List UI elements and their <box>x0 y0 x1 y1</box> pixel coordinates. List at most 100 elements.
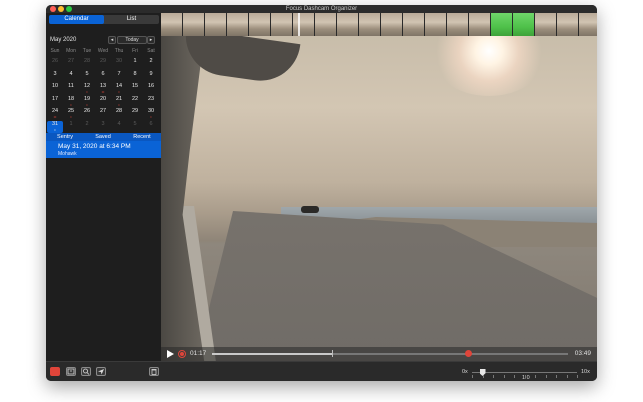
calendar-day-number: 28 <box>83 58 91 64</box>
thumbnail-active[interactable] <box>513 13 535 36</box>
thumbnail[interactable] <box>271 13 293 36</box>
thumbnail[interactable] <box>227 13 249 36</box>
play-icon[interactable] <box>167 350 174 358</box>
thumbnail[interactable] <box>535 13 557 36</box>
video-view[interactable] <box>161 36 597 361</box>
calendar-day-number: 29 <box>99 58 107 64</box>
calendar-day[interactable]: 2 <box>143 58 159 70</box>
calendar-day[interactable]: 1 <box>63 121 79 133</box>
calendar-day[interactable]: 28 <box>79 58 95 70</box>
calendar-day[interactable]: 20 <box>95 96 111 108</box>
calendar-day[interactable]: 29 <box>127 108 143 120</box>
calendar-day[interactable]: 30 • <box>143 108 159 120</box>
today-button[interactable]: Today <box>117 36 147 44</box>
calendar-day[interactable]: 5 <box>127 121 143 133</box>
calendar-day[interactable]: 26 <box>79 108 95 120</box>
thumbnail[interactable] <box>205 13 227 36</box>
speed-tick <box>493 375 494 378</box>
thumbnail[interactable] <box>249 13 271 36</box>
thumbnail[interactable] <box>315 13 337 36</box>
filter-saved[interactable]: Saved <box>84 133 122 141</box>
calendar-day[interactable]: 23 <box>143 96 159 108</box>
thumbnail[interactable] <box>557 13 579 36</box>
previous-month-button[interactable]: ◂ <box>108 36 116 44</box>
speed-tick <box>482 375 484 378</box>
weekday-header: Thu <box>114 48 124 54</box>
calendar-day-number: 6 <box>101 70 105 77</box>
filter-sentry[interactable]: Sentry <box>46 133 84 141</box>
calendar-day[interactable]: 8 <box>127 71 143 83</box>
event-list-item[interactable]: May 31, 2020 at 6:34 PM Mohawk <box>46 141 161 158</box>
calendar-day-number: 10 <box>51 83 59 89</box>
thumbnail[interactable] <box>381 13 403 36</box>
calendar-day[interactable]: 6 <box>143 121 159 133</box>
trash-icon[interactable] <box>149 367 159 376</box>
thumbnail[interactable] <box>579 13 597 36</box>
calendar-day[interactable]: 6 <box>95 71 111 83</box>
calendar-day[interactable]: 17 <box>47 96 63 108</box>
calendar-day[interactable]: 7 <box>111 71 127 83</box>
calendar-day[interactable]: 4 <box>63 71 79 83</box>
search-icon[interactable] <box>81 367 91 376</box>
thumbnail[interactable] <box>469 13 491 36</box>
calendar-tab[interactable]: Calendar <box>49 15 104 24</box>
calendar-day[interactable]: 13 •• <box>95 83 111 95</box>
calendar-day[interactable]: 22 <box>127 96 143 108</box>
clip-indicator-dots: • <box>86 89 88 94</box>
next-month-button[interactable]: ▸ <box>147 36 155 44</box>
thumbnail[interactable] <box>161 13 183 36</box>
clip-indicator-dots: • <box>150 114 152 119</box>
calendar-day[interactable]: 27 <box>95 108 111 120</box>
calendar-day-number: 26 <box>83 108 91 114</box>
calendar-day[interactable]: 27 <box>63 58 79 70</box>
calendar-day[interactable]: 2 <box>79 121 95 133</box>
thumbnail[interactable] <box>447 13 469 36</box>
location-arrow-icon[interactable] <box>96 367 106 376</box>
calendar-day[interactable]: 29 <box>95 58 111 70</box>
calendar-day[interactable]: 18 • <box>63 96 79 108</box>
calendar-day[interactable]: 4 <box>111 121 127 133</box>
event-time: May 31, 2020 at 6:34 PM <box>58 143 131 150</box>
list-tab[interactable]: List <box>104 15 159 24</box>
progress-scrubber[interactable] <box>212 350 568 357</box>
calendar-day[interactable]: 14 • <box>111 83 127 95</box>
record-icon[interactable] <box>178 350 186 358</box>
calendar-day[interactable]: 10 <box>47 83 63 95</box>
location-arrow-glyph <box>98 369 104 375</box>
thumbnail[interactable] <box>403 13 425 36</box>
calendar-day[interactable]: 11 <box>63 83 79 95</box>
playback-controls: 01:17 03:49 <box>161 347 597 361</box>
calendar-day[interactable]: 5 <box>79 71 95 83</box>
calendar-day-number: 4 <box>117 120 121 127</box>
calendar-day-number: 22 <box>131 95 139 102</box>
thumbnail-active[interactable] <box>491 13 513 36</box>
calendar-day[interactable]: 19 • <box>79 96 95 108</box>
calendar-day[interactable]: 1 <box>127 58 143 70</box>
sentry-record-icon[interactable] <box>50 367 60 376</box>
thumbnail-strip[interactable] <box>161 13 597 36</box>
filter-recent[interactable]: Recent <box>123 133 161 141</box>
calendar-day-number: 11 <box>68 83 74 89</box>
speed-tick <box>577 375 578 378</box>
thumbnail[interactable] <box>183 13 205 36</box>
calendar-day[interactable]: 3 <box>95 121 111 133</box>
calendar-day[interactable]: 16 <box>143 83 159 95</box>
playback-speed-slider[interactable] <box>472 369 578 378</box>
calendar-day[interactable]: 9 <box>143 71 159 83</box>
thumbnail[interactable] <box>425 13 447 36</box>
export-icon[interactable] <box>66 367 76 376</box>
calendar-day[interactable]: 28 <box>111 108 127 120</box>
calendar-day[interactable]: 3 <box>47 71 63 83</box>
thumbnail[interactable] <box>337 13 359 36</box>
calendar-day[interactable]: 26 <box>47 58 63 70</box>
calendar-day[interactable]: 30 <box>111 58 127 70</box>
calendar-day[interactable]: 25 • <box>63 108 79 120</box>
thumbnail[interactable] <box>293 13 315 36</box>
calendar-day-selected[interactable]: 31 • <box>47 120 63 133</box>
calendar-day[interactable]: 15 <box>127 83 143 95</box>
calendar-day[interactable]: 24 •• <box>47 108 63 120</box>
calendar-day[interactable]: 21 • <box>111 96 127 108</box>
calendar-day[interactable]: 12 • <box>79 83 95 95</box>
thumbnail[interactable] <box>359 13 381 36</box>
event-marker-knob[interactable] <box>465 350 473 357</box>
